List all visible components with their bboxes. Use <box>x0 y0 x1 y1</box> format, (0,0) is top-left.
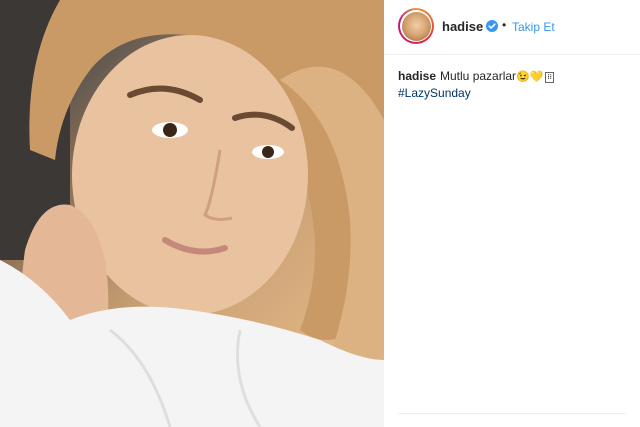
divider <box>398 413 626 414</box>
photo-right-pupil <box>262 146 274 158</box>
caption-username[interactable]: hadise <box>398 69 436 83</box>
username-link[interactable]: hadise <box>442 19 483 34</box>
selfie-photo-illustration <box>0 0 384 427</box>
avatar-ring-inner <box>400 10 432 42</box>
yellow-heart-emoji-icon: 💛 <box>529 71 544 83</box>
post-caption: hadise Mutlu pazarlar😉💛 ⁝⁝ #LazySunday <box>398 68 628 101</box>
verified-badge-icon <box>486 20 498 32</box>
separator-dot: • <box>502 18 507 32</box>
post-header: hadise • Takip Et <box>384 0 640 55</box>
photo-face <box>72 35 308 315</box>
profile-avatar[interactable] <box>398 8 434 44</box>
post-photo[interactable] <box>0 0 384 427</box>
wink-emoji-icon: 😉 <box>516 71 530 83</box>
post-side-panel: hadise • Takip Et hadise Mutlu pazarlar😉💛… <box>384 0 640 427</box>
follow-button[interactable]: Takip Et <box>512 20 555 34</box>
hashtag-link[interactable]: #LazySunday <box>398 86 471 100</box>
caption-text: Mutlu pazarlar <box>440 69 517 83</box>
photo-left-pupil <box>163 123 177 137</box>
avatar-image <box>401 11 431 41</box>
emoji-symbol-icon: ⁝⁝ <box>545 72 554 83</box>
